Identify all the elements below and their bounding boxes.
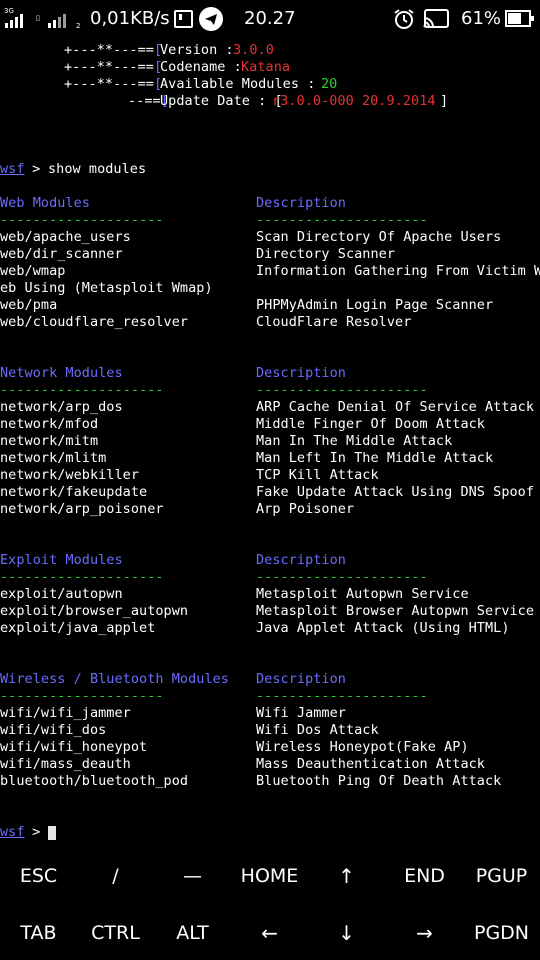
- module-name: wifi/wifi_honeypot: [0, 739, 148, 755]
- module-name: network/mitm: [0, 433, 99, 449]
- divider: --------------------: [0, 212, 164, 228]
- banner-value: Katana: [241, 59, 291, 75]
- module-name: web/dir_scanner: [0, 246, 123, 262]
- section-title: Web Modules: [0, 195, 90, 211]
- text-cursor: [48, 826, 56, 840]
- banner-prefix: +---**---==[: [64, 42, 162, 59]
- key-alt[interactable]: ALT: [154, 921, 231, 945]
- module-name: web/cloudflare_resolver: [0, 314, 189, 330]
- divider: --------------------: [0, 569, 164, 585]
- key-up[interactable]: ↑: [308, 864, 385, 888]
- prompt-name: wsf: [0, 824, 25, 840]
- module-description: Wireless Honeypot(Fake AP): [256, 739, 469, 755]
- module-name: wifi/wifi_jammer: [0, 705, 131, 721]
- banner-prefix: +---**---==[: [64, 76, 162, 93]
- banner-label: Available Modules :: [160, 76, 324, 92]
- module-name: exploit/autopwn: [0, 586, 123, 602]
- module-description: Information Gathering From Victim W: [256, 263, 540, 279]
- banner-prefix: +---**---==[: [64, 59, 162, 76]
- module-description: Man Left In The Middle Attack: [256, 450, 494, 466]
- typed-command: show modules: [48, 161, 147, 177]
- module-name: web/pma: [0, 297, 58, 313]
- module-description: TCP Kill Attack: [256, 467, 379, 483]
- divider: ---------------------: [256, 569, 428, 585]
- module-description: Man In The Middle Attack: [256, 433, 453, 449]
- prompt-separator: >: [24, 161, 49, 177]
- banner-value: 20: [321, 76, 338, 92]
- module-description: Metasploit Browser Autopwn Service: [256, 603, 535, 619]
- module-description: Wifi Dos Attack: [256, 722, 379, 738]
- banner-value: r3.0.0-000 20.9.2014: [272, 93, 436, 109]
- description-header: Description: [256, 671, 346, 687]
- module-name: exploit/browser_autopwn: [0, 603, 189, 619]
- key-tab[interactable]: TAB: [0, 921, 77, 945]
- banner-label: Version :: [160, 42, 234, 58]
- module-name: web/apache_users: [0, 229, 131, 245]
- divider: --------------------: [0, 688, 164, 704]
- key-esc[interactable]: ESC: [0, 864, 77, 888]
- module-description: Directory Scanner: [256, 246, 396, 262]
- module-name: web/wmap: [0, 263, 66, 279]
- banner-arrow: +---**---==: [64, 76, 154, 92]
- module-description: Middle Finger Of Doom Attack: [256, 416, 485, 432]
- description-header: Description: [256, 195, 346, 211]
- prompt-separator: >: [24, 824, 49, 840]
- section-title: Network Modules: [0, 365, 123, 381]
- prompt-name: wsf: [0, 161, 25, 177]
- description-header: Description: [256, 552, 346, 568]
- key-home[interactable]: HOME: [231, 864, 308, 888]
- module-description: Arp Poisoner: [256, 501, 355, 517]
- module-name: bluetooth/bluetooth_pod: [0, 773, 189, 789]
- key-ctrl[interactable]: CTRL: [77, 921, 154, 945]
- module-description: Fake Update Attack Using DNS Spoof: [256, 484, 535, 500]
- banner-arrow: +---**---==: [64, 42, 154, 58]
- divider: ---------------------: [256, 212, 428, 228]
- divider: --------------------: [0, 382, 164, 398]
- key-dash[interactable]: —: [154, 864, 231, 888]
- banner-label: Update Date : [: [160, 93, 283, 109]
- divider: ---------------------: [256, 382, 428, 398]
- module-name: network/webkiller: [0, 467, 140, 483]
- module-name: network/mfod: [0, 416, 99, 432]
- description-header: Description: [256, 365, 346, 381]
- module-description: Bluetooth Ping Of Death Attack: [256, 773, 502, 789]
- extra-keys-bar: ESC / — HOME ↑ END PGUP TAB CTRL ALT ← ↓ → PGDN: [0, 850, 540, 960]
- module-description: Metasploit Autopwn Service: [256, 586, 469, 602]
- module-name: network/mlitm: [0, 450, 107, 466]
- key-slash[interactable]: /: [77, 864, 154, 888]
- key-down[interactable]: ↓: [308, 921, 385, 945]
- section-title: Wireless / Bluetooth Modules: [0, 671, 229, 687]
- banner-arrow: +---**---==: [64, 59, 154, 75]
- module-name: network/arp_poisoner: [0, 501, 164, 517]
- module-name: wifi/mass_deauth: [0, 756, 131, 772]
- module-description: Scan Directory Of Apache Users: [256, 229, 502, 245]
- module-name: exploit/java_applet: [0, 620, 156, 636]
- module-name: network/arp_dos: [0, 399, 123, 415]
- banner-suffix: ]: [440, 93, 449, 109]
- module-description: PHPMyAdmin Login Page Scanner: [256, 297, 494, 313]
- module-name: eb Using (Metasploit Wmap): [0, 280, 213, 296]
- key-end[interactable]: END: [386, 864, 463, 888]
- module-name: network/fakeupdate: [0, 484, 148, 500]
- module-description: Mass Deauthentication Attack: [256, 756, 485, 772]
- section-title: Exploit Modules: [0, 552, 123, 568]
- banner-arrow: --==: [128, 93, 161, 109]
- banner-value: 3.0.0: [233, 42, 274, 58]
- banner-label: Codename :: [160, 59, 242, 75]
- key-pgdn[interactable]: PGDN: [463, 921, 540, 945]
- module-description: Java Applet Attack (Using HTML): [256, 620, 510, 636]
- module-name: wifi/wifi_dos: [0, 722, 107, 738]
- key-pgup[interactable]: PGUP: [463, 864, 540, 888]
- terminal-output[interactable]: +---**---==[Version :3.0.0 +---**---==[Co…: [0, 0, 540, 850]
- key-right[interactable]: →: [386, 921, 463, 945]
- module-description: Wifi Jammer: [256, 705, 346, 721]
- module-description: ARP Cache Denial Of Service Attack: [256, 399, 535, 415]
- module-description: CloudFlare Resolver: [256, 314, 412, 330]
- key-left[interactable]: ←: [231, 921, 308, 945]
- divider: ---------------------: [256, 688, 428, 704]
